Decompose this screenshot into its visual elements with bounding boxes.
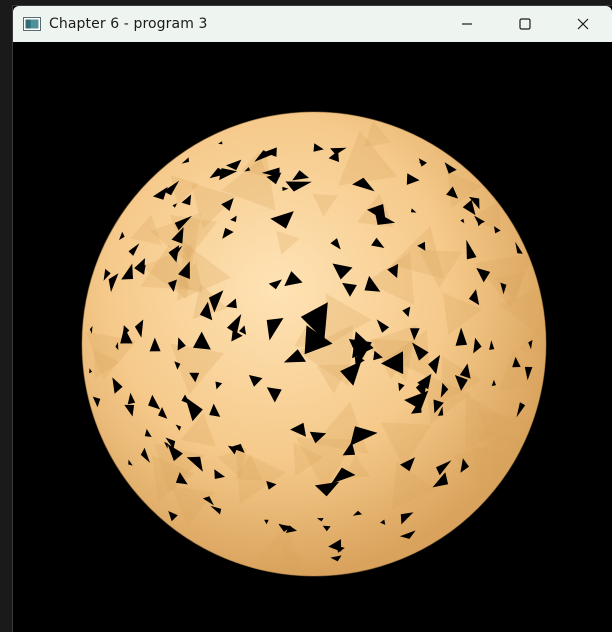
window-title: Chapter 6 - program 3 bbox=[49, 16, 208, 32]
close-icon bbox=[577, 18, 589, 30]
app-icon bbox=[23, 17, 41, 31]
app-window: Chapter 6 - program 3 bbox=[12, 5, 612, 632]
render-canvas[interactable] bbox=[13, 42, 612, 632]
maximize-button[interactable] bbox=[496, 6, 554, 42]
minimize-button[interactable] bbox=[438, 6, 496, 42]
minimize-icon bbox=[462, 23, 472, 25]
close-button[interactable] bbox=[554, 6, 612, 42]
title-bar[interactable]: Chapter 6 - program 3 bbox=[13, 6, 612, 42]
sphere-render bbox=[81, 111, 547, 577]
maximize-icon bbox=[519, 18, 531, 30]
